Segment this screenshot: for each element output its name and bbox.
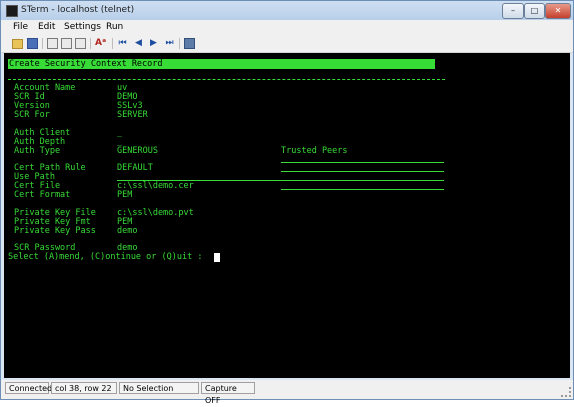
field-label: SCR For [14,110,50,120]
field-label: Auth Type [14,146,61,156]
field-value: demo [117,226,138,236]
window-title: STerm - localhost (telnet) [21,5,135,15]
status-bar: Connected col 38, row 22 No Selection Ca… [1,380,573,405]
app-window: STerm - localhost (telnet) – □ ✕ File Ed… [0,0,574,405]
screen-header-text: Create Security Context Record [9,59,163,69]
toolbar-separator [42,38,43,49]
separator-line [8,79,445,80]
maximize-button[interactable]: □ [524,3,545,19]
toolbar-separator [112,38,113,49]
title-bar[interactable]: STerm - localhost (telnet) – □ ✕ [1,1,573,20]
resize-grip-icon[interactable] [561,387,571,397]
menu-settings[interactable]: Settings [64,22,101,32]
toolbar-separator [90,38,91,49]
copy-icon[interactable] [47,38,58,49]
status-capture[interactable]: Capture OFF [201,382,255,405]
trusted-peers-entry-line [281,171,444,172]
menu-file[interactable]: File [13,22,28,32]
app-icon [6,5,18,17]
field-value: PEM [117,190,133,200]
field-label: Private Key Pass [14,226,96,236]
prev-icon[interactable]: ◀ [133,38,144,49]
first-icon[interactable]: ⏮ [117,38,128,49]
print-icon[interactable] [75,38,86,49]
close-button[interactable]: ✕ [545,3,571,19]
trusted-peers-label: Trusted Peers [281,146,348,156]
font-icon[interactable]: Aᵃ [95,38,106,49]
text-cursor [214,253,220,262]
open-folder-icon[interactable] [12,39,23,49]
capture-icon[interactable] [184,38,195,49]
minimize-button[interactable]: – [502,3,524,19]
menu-run[interactable]: Run [106,22,123,32]
status-position: col 38, row 22 [51,382,117,394]
command-prompt: Select (A)mend, (C)ontinue or (Q)uit : [8,252,203,262]
toolbar-separator [179,38,180,49]
trusted-peers-entry-line [281,189,444,190]
field-value: GENEROUS [117,146,158,156]
status-connection: Connected [5,382,52,394]
save-icon[interactable] [27,38,38,49]
last-icon[interactable]: ⏭ [164,38,175,49]
menu-bar: File Edit Settings Run [1,20,573,35]
field-value: SERVER [117,110,148,120]
field-label: Cert Format [14,190,71,200]
status-selection: No Selection [119,382,199,394]
trusted-peers-entry-line [281,162,444,163]
next-icon[interactable]: ▶ [148,38,159,49]
terminal-screen[interactable]: Create Security Context Record Account N… [4,53,570,378]
screen-header: Create Security Context Record [8,59,435,69]
menu-edit[interactable]: Edit [38,22,55,32]
paste-icon[interactable] [61,38,72,49]
toolbar: Aᵃ ⏮ ◀ ▶ ⏭ [1,35,573,53]
field-value: DEFAULT [117,163,153,173]
